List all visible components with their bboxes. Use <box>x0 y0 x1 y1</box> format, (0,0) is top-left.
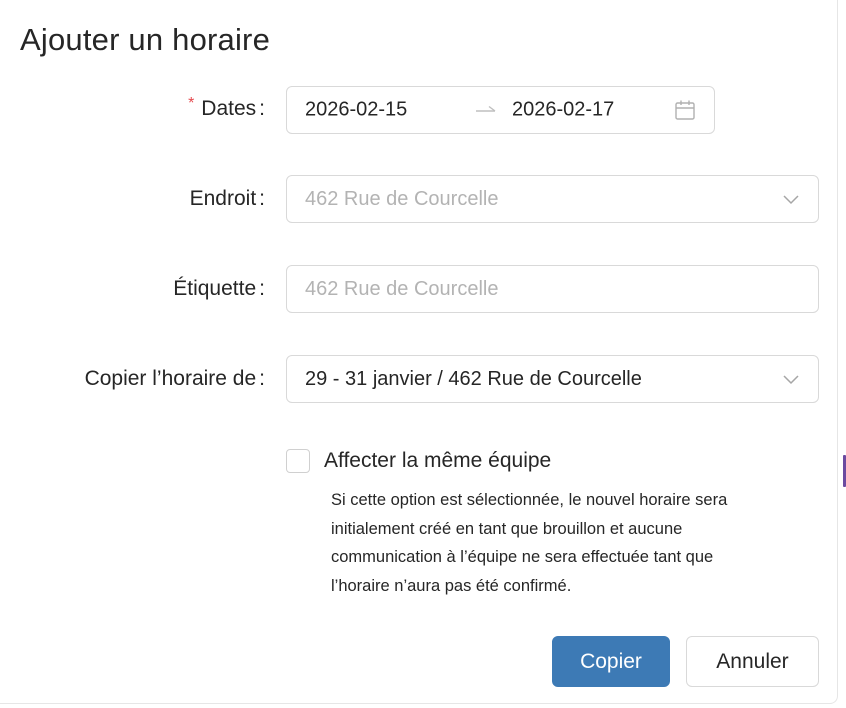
help-line: Si cette option est sélectionnée, le nou… <box>331 491 728 509</box>
location-placeholder: 462 Rue de Courcelle <box>305 187 499 210</box>
location-label-colon: : <box>259 187 265 210</box>
dialog-title: Ajouter un horaire <box>20 22 271 57</box>
help-line: communication à l’équipe ne sera effectu… <box>331 548 714 566</box>
same-team-help-text: Si cette option est sélectionnée, le nou… <box>331 486 801 600</box>
cancel-button[interactable]: Annuler <box>686 636 819 687</box>
date-range-picker[interactable]: 2026-02-15 2026-02-17 <box>286 86 715 134</box>
tag-label: Étiquette : <box>173 277 265 301</box>
arrow-right-icon <box>476 105 496 112</box>
chevron-down-icon <box>783 195 799 205</box>
copy-from-label-text: Copier l’horaire de <box>84 367 257 390</box>
same-team-checkbox[interactable] <box>286 449 310 473</box>
add-schedule-dialog: Ajouter un horaire * Dates : 2026-02-15 … <box>0 0 838 704</box>
help-line: l’horaire n’aura pas été confirmé. <box>331 576 572 595</box>
required-mark: * <box>188 95 195 112</box>
dates-label-text: Dates <box>201 97 257 120</box>
tag-input[interactable] <box>287 276 818 302</box>
date-start-input[interactable]: 2026-02-15 <box>305 99 407 122</box>
dates-label-colon: : <box>259 97 265 120</box>
help-line: initialement créé en tant que brouillon … <box>331 519 683 538</box>
copy-from-select[interactable]: 29 - 31 janvier / 462 Rue de Courcelle <box>286 355 819 403</box>
tag-field[interactable] <box>286 265 819 313</box>
chevron-down-icon <box>783 375 799 385</box>
tag-label-text: Étiquette <box>173 277 257 300</box>
same-team-label[interactable]: Affecter la même équipe <box>324 449 551 473</box>
date-end-input[interactable]: 2026-02-17 <box>512 99 614 122</box>
copy-from-value: 29 - 31 janvier / 462 Rue de Courcelle <box>305 367 642 390</box>
dates-label: * Dates : <box>188 95 265 121</box>
location-label: Endroit : <box>190 187 265 211</box>
copy-button[interactable]: Copier <box>552 636 670 687</box>
copy-from-label: Copier l’horaire de : <box>85 367 265 391</box>
location-label-text: Endroit <box>189 187 257 210</box>
copy-from-label-colon: : <box>259 367 265 390</box>
location-select[interactable]: 462 Rue de Courcelle <box>286 175 819 223</box>
tag-label-colon: : <box>259 277 265 300</box>
calendar-icon[interactable] <box>674 99 696 121</box>
